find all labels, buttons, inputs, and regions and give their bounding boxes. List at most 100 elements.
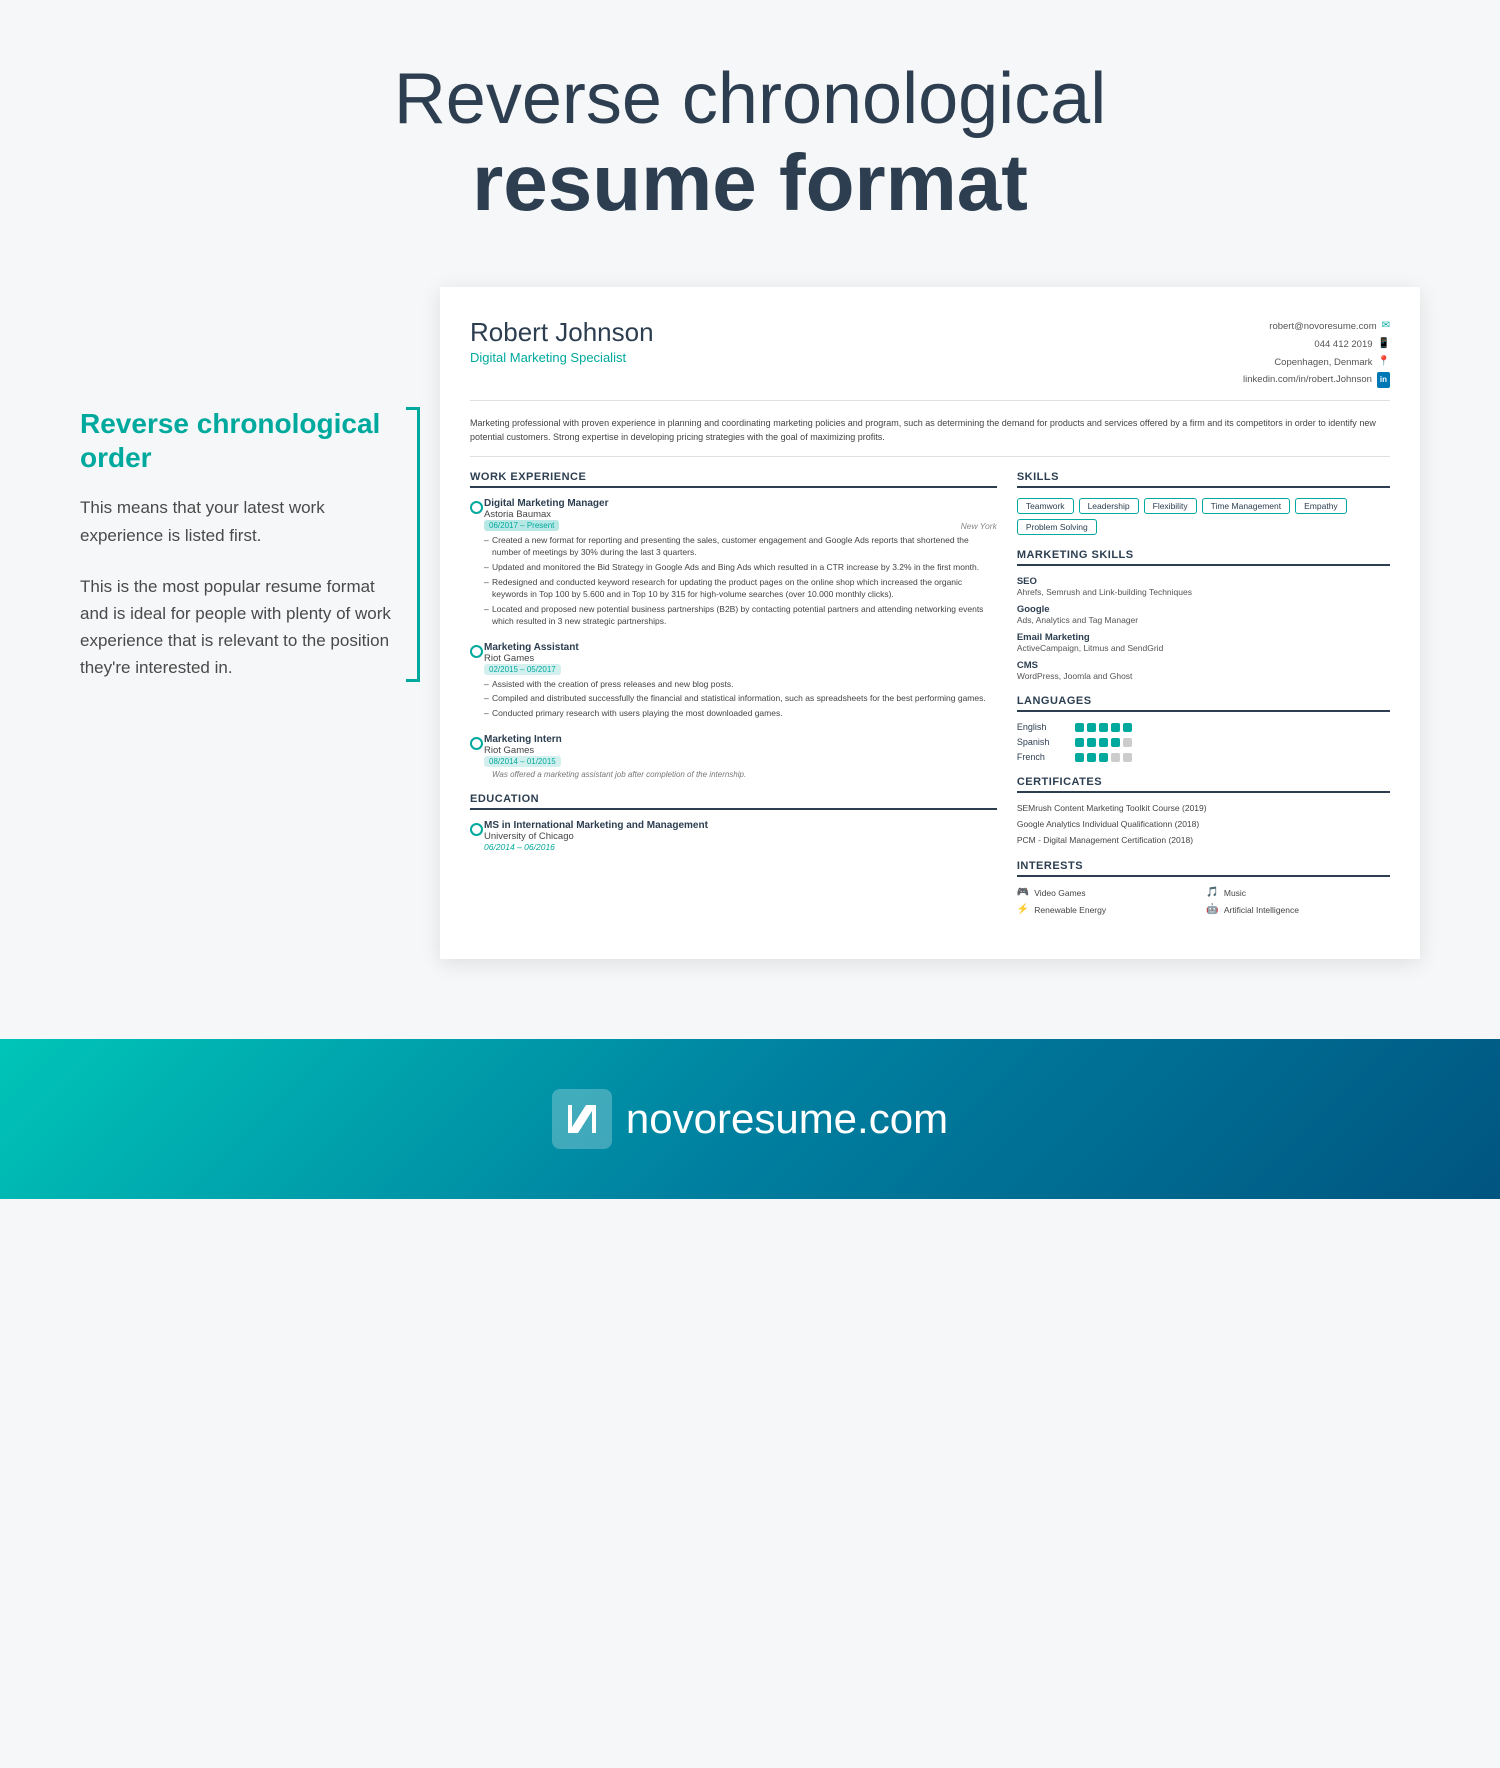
cert-3: PCM - Digital Management Certification (… [1017, 835, 1390, 846]
sidebar-para2: This is the most popular resume format a… [80, 573, 400, 682]
skill-time-management: Time Management [1202, 498, 1291, 514]
marketing-skills-header: MARKETING SKILLS [1017, 549, 1390, 566]
contact-email-text: robert@novoresume.com [1269, 318, 1376, 335]
dot [1099, 723, 1108, 732]
company-2: Riot Games [484, 653, 997, 664]
dot-empty [1111, 753, 1120, 762]
location-1: New York [961, 521, 997, 531]
skill-leadership: Leadership [1079, 498, 1139, 514]
date-badge-2: 02/2015 – 05/2017 [484, 664, 561, 675]
mskill-google-detail: Ads, Analytics and Tag Manager [1017, 615, 1390, 625]
date-row-1: 06/2017 – Present New York [484, 520, 997, 531]
resume-right-col: SKILLS Teamwork Leadership Flexibility T… [1017, 471, 1390, 929]
lang-french-dots [1075, 753, 1132, 762]
date-row-3: 08/2014 – 01/2015 [484, 756, 997, 767]
header-title-bold: resume format [20, 139, 1480, 227]
certificates-header: CERTIFICATES [1017, 776, 1390, 793]
videogames-icon: 🎮 [1017, 887, 1029, 898]
skills-header: SKILLS [1017, 471, 1390, 488]
date-badge-3: 08/2014 – 01/2015 [484, 756, 561, 767]
lang-spanish: Spanish [1017, 737, 1390, 747]
marketing-skills-section: MARKETING SKILLS SEO Ahrefs, Semrush and… [1017, 549, 1390, 681]
footer-brand-name: novoresume [626, 1095, 857, 1142]
bracket-decoration: Reverse chronological order This means t… [80, 407, 400, 681]
lang-french-name: French [1017, 752, 1067, 762]
mskill-cms-detail: WordPress, Joomla and Ghost [1017, 671, 1390, 681]
skill-teamwork: Teamwork [1017, 498, 1074, 514]
bullet-1-2: Updated and monitored the Bid Strategy i… [484, 562, 997, 574]
novoresume-logo-svg [564, 1101, 600, 1137]
dot [1075, 723, 1084, 732]
interest-music: 🎵 Music [1206, 887, 1390, 898]
lang-spanish-name: Spanish [1017, 737, 1067, 747]
sidebar-heading: Reverse chronological order [80, 407, 400, 474]
contact-email: robert@novoresume.com ✉ [1243, 317, 1390, 335]
bullet-1-3: Redesigned and conducted keyword researc… [484, 577, 997, 601]
bracket-top [406, 407, 420, 410]
bullet-1-4: Located and proposed new potential busin… [484, 604, 997, 628]
certificates-section: CERTIFICATES SEMrush Content Marketing T… [1017, 776, 1390, 846]
edu-degree-1: MS in International Marketing and Manage… [484, 820, 997, 831]
interest-ai: 🤖 Artificial Intelligence [1206, 904, 1390, 915]
work-entry-2: Marketing Assistant Riot Games 02/2015 –… [470, 642, 997, 721]
bracket-bottom [406, 679, 420, 682]
footer-logo: novoresume.com [552, 1089, 948, 1149]
work-entry-3: Marketing Intern Riot Games 08/2014 – 01… [470, 734, 997, 779]
skill-empathy: Empathy [1295, 498, 1347, 514]
lang-english-name: English [1017, 722, 1067, 732]
mskill-google: Google Ads, Analytics and Tag Manager [1017, 604, 1390, 625]
mskill-email: Email Marketing ActiveCampaign, Litmus a… [1017, 632, 1390, 653]
dot [1099, 738, 1108, 747]
skills-section: SKILLS Teamwork Leadership Flexibility T… [1017, 471, 1390, 535]
resume-body: WORK EXPERIENCE Digital Marketing Manage… [470, 471, 1390, 929]
job-title-3: Marketing Intern [484, 734, 997, 745]
contact-phone-text: 044 412 2019 [1314, 336, 1372, 353]
mskill-cms-name: CMS [1017, 660, 1390, 671]
dot [1123, 723, 1132, 732]
mskill-google-name: Google [1017, 604, 1390, 615]
interest-music-label: Music [1224, 888, 1246, 898]
languages-header: LANGUAGES [1017, 695, 1390, 712]
dot [1111, 723, 1120, 732]
interest-ai-label: Artificial Intelligence [1224, 905, 1299, 915]
dot [1111, 738, 1120, 747]
resume-identity: Robert Johnson Digital Marketing Special… [470, 317, 654, 365]
bullets-1: Created a new format for reporting and p… [484, 535, 997, 627]
job-title-2: Marketing Assistant [484, 642, 997, 653]
dot [1075, 753, 1084, 762]
interest-renewable-label: Renewable Energy [1034, 905, 1106, 915]
bullet-2-1: Assisted with the creation of press rele… [484, 679, 997, 691]
music-icon: 🎵 [1206, 887, 1218, 898]
cert-1: SEMrush Content Marketing Toolkit Course… [1017, 803, 1390, 814]
header-title-light: Reverse chronological [20, 60, 1480, 139]
resume-left-col: WORK EXPERIENCE Digital Marketing Manage… [470, 471, 997, 929]
internship-note: Was offered a marketing assistant job af… [484, 770, 997, 779]
header-section: Reverse chronological resume format [0, 0, 1500, 267]
mskill-cms: CMS WordPress, Joomla and Ghost [1017, 660, 1390, 681]
resume-card: Robert Johnson Digital Marketing Special… [440, 287, 1420, 959]
interest-videogames-label: Video Games [1034, 888, 1085, 898]
mskill-seo-name: SEO [1017, 576, 1390, 587]
phone-icon: 📱 [1378, 335, 1390, 353]
ai-icon: 🤖 [1206, 904, 1218, 915]
main-content: Reverse chronological order This means t… [0, 267, 1500, 1019]
dot [1087, 753, 1096, 762]
bracket-line [417, 407, 420, 681]
resume-job-title: Digital Marketing Specialist [470, 350, 654, 365]
bullets-2: Assisted with the creation of press rele… [484, 679, 997, 721]
education-header: EDUCATION [470, 793, 997, 810]
mskill-email-name: Email Marketing [1017, 632, 1390, 643]
resume-summary: Marketing professional with proven exper… [470, 417, 1390, 457]
linkedin-icon: in [1377, 372, 1390, 388]
logo-n-icon [552, 1089, 612, 1149]
dot-empty [1123, 753, 1132, 762]
mskill-seo-detail: Ahrefs, Semrush and Link-building Techni… [1017, 587, 1390, 597]
footer-section: novoresume.com [0, 1039, 1500, 1199]
bullet-2-2: Compiled and distributed successfully th… [484, 693, 997, 705]
dot [1087, 738, 1096, 747]
company-1: Astoria Baumax [484, 509, 997, 520]
interests-grid: 🎮 Video Games 🎵 Music ⚡ Renewable Energy [1017, 887, 1390, 915]
dot [1087, 723, 1096, 732]
footer-brand: novoresume.com [626, 1095, 948, 1143]
contact-linkedin: linkedin.com/in/robert.Johnson in [1243, 371, 1390, 388]
